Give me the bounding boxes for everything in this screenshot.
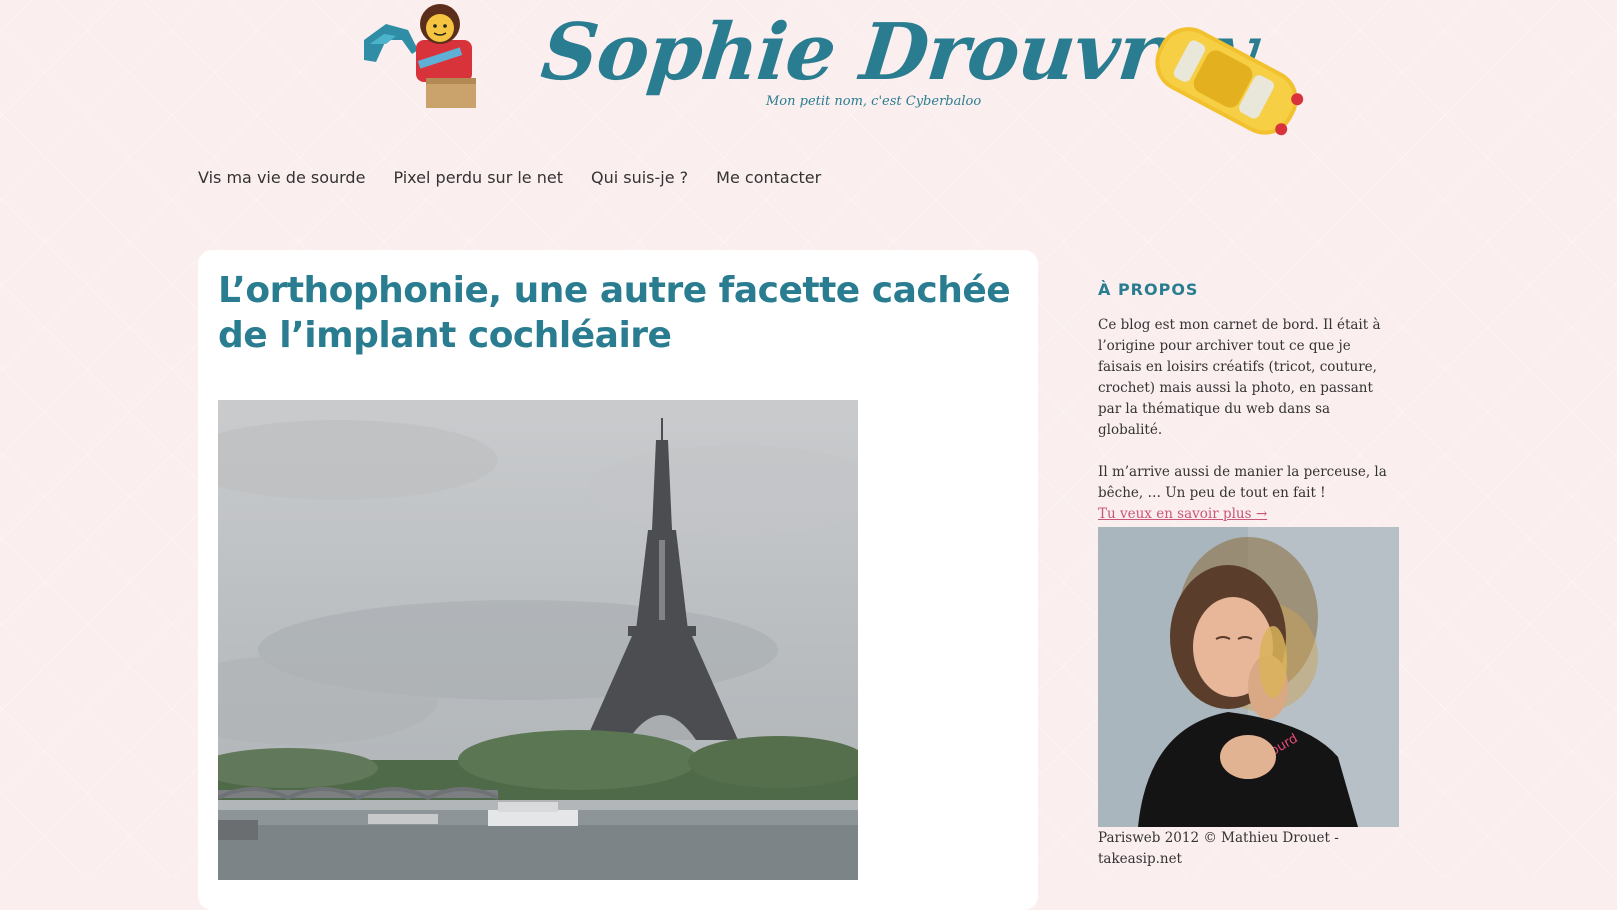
article-title[interactable]: L’orthophonie, une autre facette cachée …	[218, 268, 1018, 358]
author-photo: desourd	[1098, 527, 1399, 827]
eiffel-tower-photo	[218, 400, 858, 880]
about-paragraph-2: Il m’arrive aussi de manier la perceuse,…	[1098, 464, 1387, 501]
about-widget-text: Ce blog est mon carnet de bord. Il était…	[1098, 315, 1398, 525]
site-tagline: Mon petit nom, c'est Cyberbaloo	[766, 94, 982, 109]
nav-item-vis-ma-vie[interactable]: Vis ma vie de sourde	[198, 168, 365, 187]
main-navigation: Vis ma vie de sourde Pixel perdu sur le …	[198, 168, 821, 187]
sidebar: À PROPOS Ce blog est mon carnet de bord.…	[1098, 280, 1398, 525]
article-card: L’orthophonie, une autre facette cachée …	[198, 250, 1038, 910]
about-paragraph-1: Ce blog est mon carnet de bord. Il était…	[1098, 317, 1381, 438]
read-more-link[interactable]: Tu veux en savoir plus →	[1098, 506, 1267, 522]
about-widget-title: À PROPOS	[1098, 280, 1199, 299]
nav-item-qui-suis-je[interactable]: Qui suis-je ?	[591, 168, 688, 187]
yellow-car-illustration	[1155, 27, 1304, 136]
photo-caption: Parisweb 2012 © Mathieu Drouet - takeasi…	[1098, 830, 1339, 867]
lego-figure-illustration	[364, 4, 476, 108]
nav-item-me-contacter[interactable]: Me contacter	[716, 168, 821, 187]
nav-item-pixel-perdu[interactable]: Pixel perdu sur le net	[393, 168, 563, 187]
